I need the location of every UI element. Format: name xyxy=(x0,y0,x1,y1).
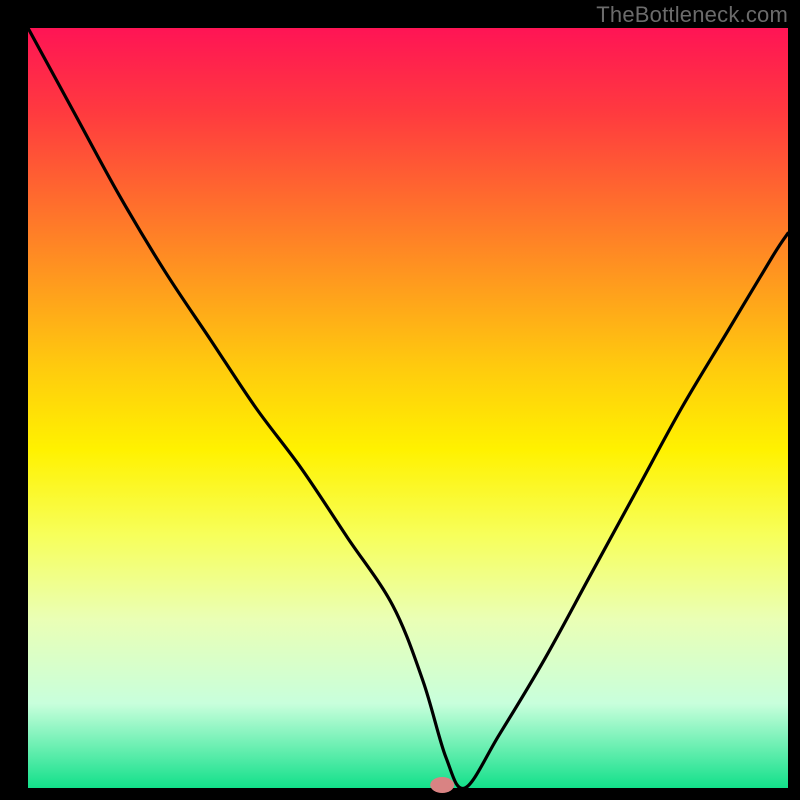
gradient-background xyxy=(28,28,788,788)
optimal-marker xyxy=(430,777,454,793)
bottleneck-chart-svg xyxy=(0,0,800,800)
watermark-text: TheBottleneck.com xyxy=(596,2,788,28)
chart-frame: TheBottleneck.com xyxy=(0,0,800,800)
